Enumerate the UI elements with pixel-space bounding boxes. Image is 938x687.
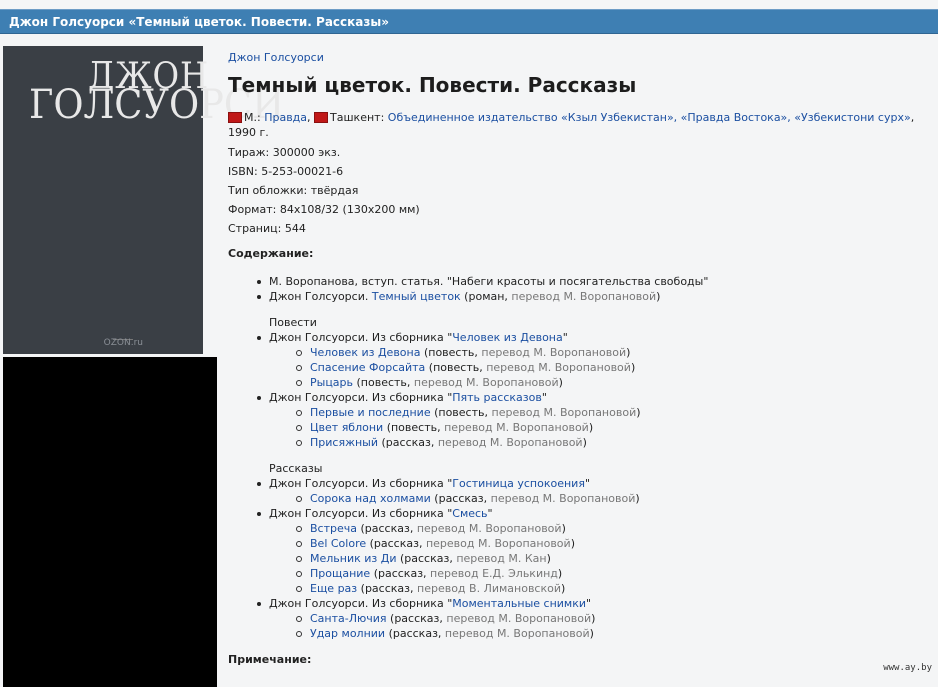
work-item: Человек из Девона (повесть, перевод М. В… [269, 345, 928, 360]
watermark: www.ay.by [883, 663, 932, 673]
work-link[interactable]: Рыцарь [310, 376, 353, 389]
translator-link[interactable]: перевод М. Воропановой [438, 436, 583, 449]
translator-link[interactable]: перевод М. Воропановой [511, 290, 656, 303]
cover-ozon-mark: OZON.ru [103, 338, 143, 348]
note-heading: Примечание: [228, 653, 312, 666]
publisher-link-pravda[interactable]: Правда [264, 111, 307, 124]
work-item: Спасение Форсайта (повесть, перевод М. В… [269, 360, 928, 375]
group-label-povesti: Повести [269, 316, 317, 329]
work-link[interactable]: Первые и последние [310, 406, 431, 419]
publisher-link-tashkent[interactable]: Объединенное издательство «Кзыл Узбекист… [388, 111, 911, 124]
work-item: Прощание (рассказ, перевод Е.Д. Элькинд) [269, 566, 928, 581]
translator-link[interactable]: перевод М. Воропановой [426, 537, 571, 550]
publisher-info: М.: Правда, Ташкент: Объединенное издате… [228, 111, 915, 139]
translator-link[interactable]: перевод М. Воропановой [491, 492, 636, 505]
translator-link[interactable]: перевод М. Кан [456, 552, 546, 565]
work-item: Первые и последние (повесть, перевод М. … [269, 405, 928, 420]
page-count: Страниц: 544 [228, 222, 306, 235]
work-link[interactable]: Прощание [310, 567, 370, 580]
list-item: М. Воропанова, вступ. статья. "Набеги кр… [228, 274, 928, 289]
collection-link[interactable]: Моментальные снимки [452, 597, 586, 610]
translator-link[interactable]: перевод М. Воропановой [417, 522, 562, 535]
translator-link[interactable]: перевод В. Лимановской [417, 582, 561, 595]
work-link[interactable]: Сорока над холмами [310, 492, 431, 505]
book-title: Темный цветок. Повести. Рассказы [228, 73, 637, 97]
author-link[interactable]: Джон Голсуорси [228, 51, 928, 64]
work-link[interactable]: Еще раз [310, 582, 357, 595]
city-1: М.: [244, 111, 261, 124]
collection-link[interactable]: Смесь [452, 507, 487, 520]
translator-link[interactable]: перевод М. Воропановой [414, 376, 559, 389]
translator-link[interactable]: перевод Е.Д. Элькинд [430, 567, 558, 580]
format: Формат: 84x108/32 (130x200 мм) [228, 203, 420, 216]
collection-item: Джон Голсуорси. Из сборника "Пять расска… [228, 390, 928, 450]
work-link[interactable]: Цвет яблони [310, 421, 383, 434]
work-link[interactable]: Bel Colore [310, 537, 366, 550]
flag-icon [314, 112, 329, 123]
work-link[interactable]: Спасение Форсайта [310, 361, 425, 374]
work-item: Еще раз (рассказ, перевод В. Лимановской… [269, 581, 928, 596]
collection-item: Джон Голсуорси. Из сборника "Человек из … [228, 330, 928, 390]
collection-item: Джон Голсуорси. Из сборника "Гостиница у… [228, 476, 928, 506]
page-title-bar: Джон Голсуорси «Темный цветок. Повести. … [0, 9, 938, 34]
year: 1990 г. [228, 126, 269, 139]
collection-link[interactable]: Человек из Девона [452, 331, 562, 344]
book-cover-image[interactable]: ДЖОН ГОЛСУОРСИ OZON.ru [3, 46, 284, 354]
collection-link[interactable]: Гостиница успокоения [452, 477, 585, 490]
work-item: Рыцарь (повесть, перевод М. Воропановой) [269, 375, 928, 390]
work-link[interactable]: Санта-Лючия [310, 612, 387, 625]
page-title: Джон Голсуорси «Темный цветок. Повести. … [9, 15, 389, 29]
city-2: Ташкент: [330, 111, 385, 124]
work-item: Bel Colore (рассказ, перевод М. Воропано… [269, 536, 928, 551]
work-item: Цвет яблони (повесть, перевод М. Воропан… [269, 420, 928, 435]
translator-link[interactable]: перевод М. Воропановой [486, 361, 631, 374]
work-item: Сорока над холмами (рассказ, перевод М. … [269, 491, 928, 506]
work-link[interactable]: Человек из Девона [310, 346, 420, 359]
translator-link[interactable]: перевод М. Воропановой [446, 612, 591, 625]
collection-item: Джон Голсуорси. Из сборника "Моментальны… [228, 596, 928, 641]
rasskazy-list: Джон Голсуорси. Из сборника "Гостиница у… [228, 476, 928, 641]
translator-link[interactable]: перевод М. Воропановой [444, 421, 589, 434]
work-item: Присяжный (рассказ, перевод М. Воропанов… [269, 435, 928, 450]
group-label-rasskazy: Рассказы [269, 462, 323, 475]
russia-flag-icon [228, 112, 242, 123]
isbn: ISBN: 5-253-00021-6 [228, 165, 344, 178]
contents-list: М. Воропанова, вступ. статья. "Набеги кр… [228, 274, 928, 304]
work-item: Удар молнии (рассказ, перевод М. Воропан… [269, 626, 928, 641]
work-link[interactable]: Встреча [310, 522, 357, 535]
translator-link[interactable]: перевод М. Воропановой [481, 346, 626, 359]
collection-item: Джон Голсуорси. Из сборника "Смесь" Встр… [228, 506, 928, 596]
print-run: Тираж: 300000 экз. [228, 146, 341, 159]
black-image-area [3, 357, 217, 687]
work-link[interactable]: Мельник из Ди [310, 552, 397, 565]
collection-link[interactable]: Пять рассказов [452, 391, 542, 404]
work-item: Встреча (рассказ, перевод М. Воропановой… [269, 521, 928, 536]
book-details: Джон Голсуорси Темный цветок. Повести. Р… [228, 50, 928, 669]
translator-link[interactable]: перевод М. Воропановой [492, 406, 637, 419]
work-item: Мельник из Ди (рассказ, перевод М. Кан) [269, 551, 928, 566]
translator-link[interactable]: перевод М. Воропановой [445, 627, 590, 640]
list-item: Джон Голсуорси. Темный цветок (роман, пе… [228, 289, 928, 304]
povesti-list: Джон Голсуорси. Из сборника "Человек из … [228, 330, 928, 450]
cover-type: Тип обложки: твёрдая [228, 184, 359, 197]
work-link[interactable]: Темный цветок [372, 290, 461, 303]
work-link[interactable]: Присяжный [310, 436, 378, 449]
work-item: Санта-Лючия (рассказ, перевод М. Воропан… [269, 611, 928, 626]
work-link[interactable]: Удар молнии [310, 627, 385, 640]
contents-heading: Содержание: [228, 247, 314, 260]
